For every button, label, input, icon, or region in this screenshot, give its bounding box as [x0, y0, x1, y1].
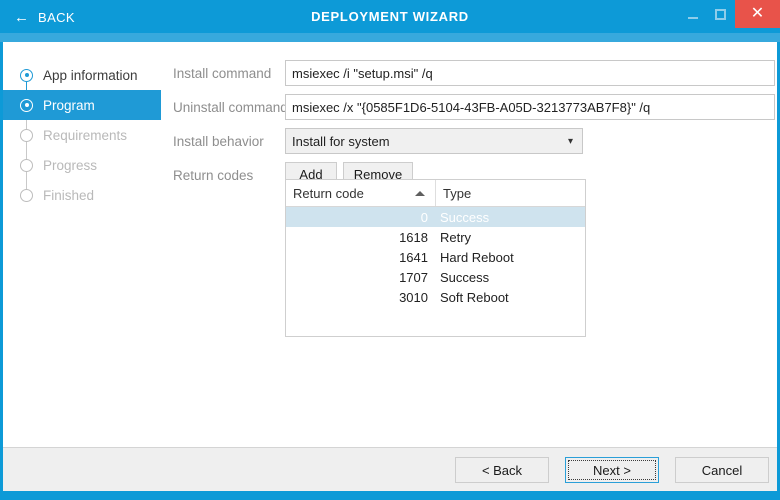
- step-bullet-icon: [20, 158, 33, 172]
- sidebar-item-label: Requirements: [43, 127, 128, 143]
- accent-strip: [0, 33, 780, 42]
- cell-type: Success: [440, 269, 490, 285]
- minimize-icon: [688, 16, 698, 19]
- page-title: DEPLOYMENT WIZARD: [311, 9, 469, 24]
- return-codes-table: Return code Type 0 Success 1618 Retry 16…: [285, 179, 586, 337]
- cell-type: Soft Reboot: [440, 289, 509, 305]
- table-body: 0 Success 1618 Retry 1641 Hard Reboot 17…: [286, 207, 585, 307]
- next-nav-label: Next >: [593, 462, 631, 478]
- cell-type: Retry: [440, 229, 472, 245]
- install-behavior-select[interactable]: Install for system ▾: [285, 128, 583, 154]
- cell-return-code: 1641: [399, 249, 428, 265]
- wizard-content: App information Program Requirements Pro…: [3, 42, 777, 447]
- uninstall-command-input[interactable]: [285, 94, 775, 120]
- close-icon: ✕: [750, 5, 765, 22]
- table-row[interactable]: 1707 Success: [286, 267, 585, 287]
- table-header-row: Return code Type: [286, 180, 585, 207]
- cell-type: Success: [440, 209, 490, 225]
- sidebar-item-label: Finished: [43, 187, 95, 203]
- step-bullet-icon: [20, 128, 33, 142]
- window-controls: ✕: [680, 0, 780, 28]
- close-button[interactable]: ✕: [735, 0, 780, 28]
- cancel-button[interactable]: Cancel: [675, 457, 769, 483]
- column-header-label: Type: [443, 185, 472, 201]
- wizard-footer: < Back Next > Cancel: [3, 447, 777, 491]
- step-bullet-icon: [20, 98, 33, 112]
- cell-return-code: 1707: [399, 269, 428, 285]
- return-codes-label: Return codes: [173, 168, 254, 183]
- sidebar-item-label: Program: [43, 97, 95, 113]
- sidebar-item-requirements[interactable]: Requirements: [3, 120, 161, 150]
- step-bullet-icon: [20, 188, 33, 202]
- column-header-label: Return code: [293, 185, 364, 201]
- column-header-return-code[interactable]: Return code: [286, 180, 436, 206]
- maximize-button[interactable]: [706, 0, 735, 28]
- cell-return-code: 1618: [399, 229, 428, 245]
- chevron-down-icon: ▾: [567, 135, 573, 147]
- cell-type: Hard Reboot: [440, 249, 514, 265]
- sidebar-item-label: App information: [43, 67, 138, 83]
- minimize-button[interactable]: [680, 0, 706, 28]
- bottom-accent-band: [0, 491, 780, 500]
- install-behavior-value: Install for system: [292, 133, 390, 149]
- sidebar-item-program[interactable]: Program: [3, 90, 161, 120]
- next-nav-button[interactable]: Next >: [565, 457, 659, 483]
- table-row[interactable]: 1641 Hard Reboot: [286, 247, 585, 267]
- cell-return-code: 3010: [399, 289, 428, 305]
- title-bar: ← BACK DEPLOYMENT WIZARD ✕: [0, 0, 780, 33]
- sidebar-item-finished[interactable]: Finished: [3, 180, 161, 210]
- cell-return-code: 0: [420, 209, 428, 225]
- back-nav-button[interactable]: < Back: [455, 457, 549, 483]
- sidebar-item-label: Progress: [43, 157, 98, 173]
- wizard-steps-sidebar: App information Program Requirements Pro…: [3, 42, 161, 447]
- deployment-wizard-window: ← BACK DEPLOYMENT WIZARD ✕ App informati…: [0, 0, 780, 500]
- uninstall-command-label: Uninstall command: [173, 100, 288, 115]
- maximize-icon: [715, 8, 726, 20]
- column-header-type[interactable]: Type: [436, 180, 585, 206]
- install-command-label: Install command: [173, 66, 272, 81]
- sidebar-item-app-information[interactable]: App information: [3, 60, 161, 90]
- sort-ascending-icon: [415, 190, 425, 196]
- install-behavior-label: Install behavior: [173, 134, 264, 149]
- table-row[interactable]: 0 Success: [286, 207, 585, 227]
- step-bullet-icon: [20, 68, 33, 82]
- sidebar-item-progress[interactable]: Progress: [3, 150, 161, 180]
- table-row[interactable]: 3010 Soft Reboot: [286, 287, 585, 307]
- install-command-input[interactable]: [285, 60, 775, 86]
- table-row[interactable]: 1618 Retry: [286, 227, 585, 247]
- program-form: Install command Uninstall command Instal…: [161, 42, 777, 447]
